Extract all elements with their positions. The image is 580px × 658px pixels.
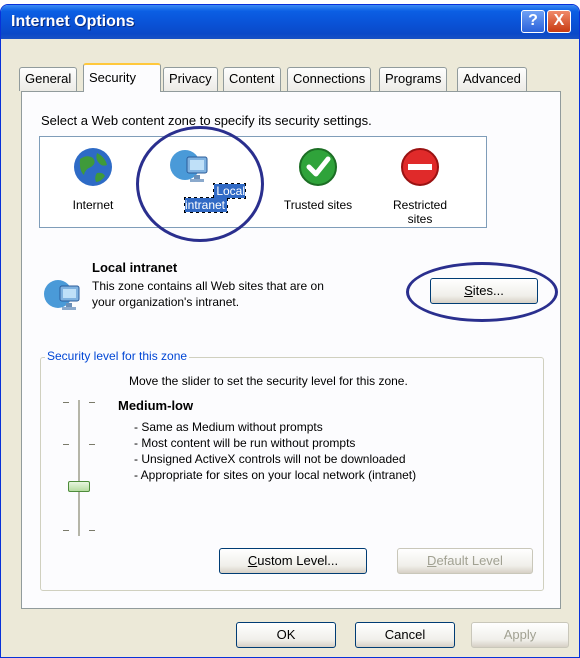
intranet-monitor-icon (44, 280, 80, 310)
window-title: Internet Options (11, 13, 135, 30)
custom-level-accesskey: C (247, 553, 258, 568)
internet-options-window: Internet Options ? X General Security Pr… (0, 4, 580, 658)
level-description-item: - Most content will be run without promp… (134, 436, 356, 450)
tab-privacy[interactable]: Privacy (163, 67, 218, 91)
custom-level-button[interactable]: Custom Level... (219, 548, 367, 574)
slider-tick (89, 444, 95, 445)
slider-tick (63, 402, 69, 403)
security-level-name: Medium-low (118, 398, 194, 413)
security-slider-thumb[interactable] (68, 481, 90, 492)
sites-button-accesskey: S (464, 283, 473, 298)
tab-connections[interactable]: Connections (287, 67, 372, 91)
slider-hint: Move the slider to set the security leve… (129, 374, 408, 388)
zone-local-intranet[interactable]: Local intranet (156, 145, 256, 213)
selected-zone-title: Local intranet (92, 260, 178, 275)
security-level-group: Security level for this zone Move the sl… (40, 349, 544, 591)
default-level-button[interactable]: Default Level (397, 548, 533, 574)
help-button[interactable]: ? (521, 10, 545, 33)
slider-tick (89, 530, 95, 531)
tab-security[interactable]: Security (83, 63, 161, 92)
globe-icon (74, 148, 112, 186)
slider-tick (89, 402, 95, 403)
level-description-item: - Unsigned ActiveX controls will not be … (134, 452, 406, 466)
selected-zone-description: This zone contains all Web sites that ar… (92, 279, 324, 309)
zone-internet[interactable]: Internet (58, 145, 128, 212)
default-level-label: efault Level (436, 553, 503, 568)
close-button[interactable]: X (547, 10, 571, 33)
tab-general[interactable]: General (19, 67, 78, 91)
checkmark-icon (299, 148, 337, 186)
tab-advanced[interactable]: Advanced (457, 67, 527, 91)
sites-button[interactable]: Sites... (430, 278, 538, 304)
level-description-item: - Appropriate for sites on your local ne… (134, 468, 417, 482)
apply-button[interactable]: Apply (471, 622, 569, 648)
sites-button-label: ites... (472, 283, 504, 298)
security-level-description: - Same as Medium without prompts - Most … (134, 419, 416, 483)
tab-programs[interactable]: Programs (379, 67, 448, 91)
zone-label-restricted-sites-line1: Restricted (392, 198, 448, 212)
cancel-button[interactable]: Cancel (355, 622, 455, 648)
custom-level-label: ustom Level... (257, 553, 339, 568)
zone-trusted-sites[interactable]: Trusted sites (272, 145, 364, 212)
security-level-legend: Security level for this zone (45, 349, 190, 363)
security-tab-panel: Select a Web content zone to specify its… (21, 91, 561, 609)
restricted-icon (401, 148, 439, 186)
slider-tick (63, 444, 69, 445)
level-description-item: - Same as Medium without prompts (134, 420, 323, 434)
zone-restricted-sites[interactable]: Restricted sites (380, 145, 460, 226)
intranet-monitor-icon (169, 150, 208, 182)
ok-button[interactable]: OK (236, 622, 336, 648)
zones-prompt: Select a Web content zone to specify its… (41, 113, 372, 128)
security-slider-track[interactable] (78, 400, 80, 536)
title-bar[interactable]: Internet Options ? X (1, 5, 579, 39)
zone-label-internet: Internet (72, 198, 114, 212)
tab-content[interactable]: Content (223, 67, 281, 91)
zones-list: Internet Local intranet Trusted sites Re… (39, 136, 487, 228)
zone-label-trusted-sites: Trusted sites (283, 198, 353, 212)
zone-label-restricted-sites-line2: sites (407, 212, 433, 226)
slider-tick (63, 530, 69, 531)
